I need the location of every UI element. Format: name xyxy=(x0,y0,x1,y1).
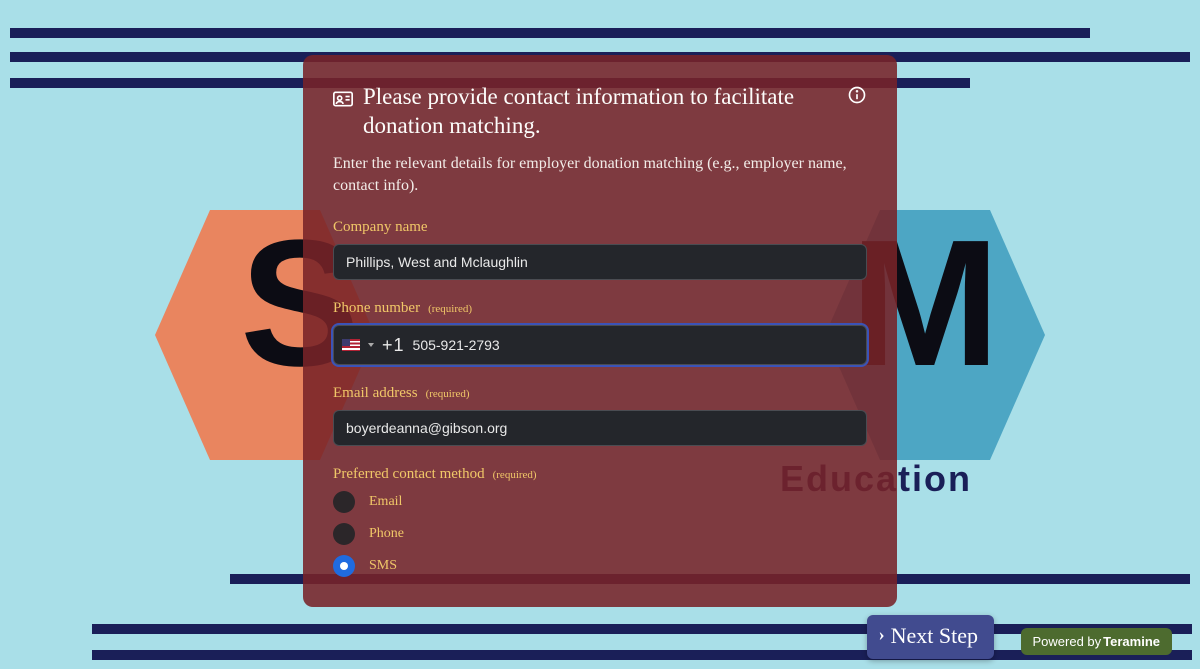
form-title: Please provide contact information to fa… xyxy=(363,83,837,141)
required-badge: (required) xyxy=(493,469,537,481)
required-badge: (required) xyxy=(428,303,472,315)
next-step-label: Next Step xyxy=(891,623,978,649)
company-name-label: Company name xyxy=(333,219,428,236)
contact-method-label: Preferred contact method xyxy=(333,466,485,483)
radio-option-sms[interactable]: SMS xyxy=(333,555,867,577)
phone-label: Phone number xyxy=(333,300,420,317)
chevron-right-icon: › xyxy=(879,624,885,645)
chevron-down-icon[interactable] xyxy=(368,343,374,347)
phone-group: Phone number (required) +1 xyxy=(333,300,867,365)
email-group: Email address (required) xyxy=(333,385,867,446)
form-subtitle: Enter the relevant details for employer … xyxy=(333,153,867,198)
radio-option-email[interactable]: Email xyxy=(333,491,867,513)
company-name-group: Company name xyxy=(333,219,867,280)
required-badge: (required) xyxy=(426,388,470,400)
radio-icon xyxy=(333,491,355,513)
powered-by-text: Powered by xyxy=(1033,634,1102,649)
radio-label-phone: Phone xyxy=(369,526,404,542)
next-step-button[interactable]: › Next Step xyxy=(867,615,994,659)
email-input[interactable] xyxy=(333,410,867,446)
donation-matching-form: Please provide contact information to fa… xyxy=(303,55,897,607)
company-name-input[interactable] xyxy=(333,244,867,280)
radio-icon xyxy=(333,555,355,577)
powered-by-badge[interactable]: Powered by Teramine xyxy=(1021,628,1173,655)
contact-method-group: Preferred contact method (required) Emai… xyxy=(333,466,867,577)
decorative-bar xyxy=(10,28,1090,38)
radio-icon xyxy=(333,523,355,545)
phone-input-wrap[interactable]: +1 xyxy=(333,325,867,365)
us-flag-icon[interactable] xyxy=(342,339,360,351)
radio-option-phone[interactable]: Phone xyxy=(333,523,867,545)
dial-code: +1 xyxy=(382,335,405,356)
phone-input[interactable] xyxy=(413,326,860,364)
email-label: Email address xyxy=(333,385,418,402)
radio-label-email: Email xyxy=(369,494,402,510)
radio-label-sms: SMS xyxy=(369,558,397,574)
info-icon[interactable] xyxy=(847,85,867,110)
brand-name: Teramine xyxy=(1103,634,1160,649)
contact-card-icon xyxy=(333,91,353,112)
